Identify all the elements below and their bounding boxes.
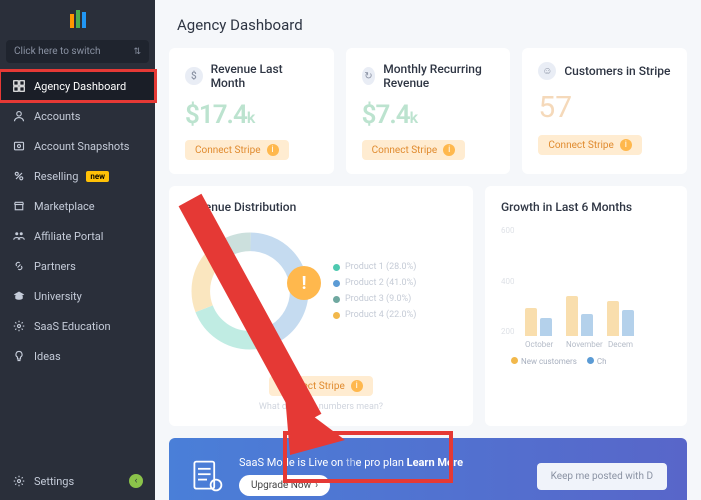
link-icon bbox=[12, 259, 26, 273]
info-icon: i bbox=[267, 144, 279, 156]
kpi-label: Customers in Stripe bbox=[564, 64, 670, 78]
kpi-value: $17.4k bbox=[185, 100, 318, 130]
sidebar-item-agency-dashboard[interactable]: Agency Dashboard bbox=[0, 71, 155, 101]
reselling-icon bbox=[12, 169, 26, 183]
sidebar-item-settings[interactable]: Settings ‹ bbox=[0, 468, 155, 494]
collapse-sidebar-button[interactable]: ‹ bbox=[129, 474, 143, 488]
account-switcher[interactable]: Click here to switch ⇅ bbox=[6, 40, 149, 63]
sidebar-item-label: University bbox=[34, 290, 82, 303]
kpi-revenue-last-month: $ Revenue Last Month $17.4k Connect Stri… bbox=[169, 48, 334, 174]
sidebar-item-label: Partners bbox=[34, 260, 76, 273]
customers-icon: ☺ bbox=[538, 62, 556, 80]
user-icon bbox=[12, 109, 26, 123]
growth-legend: New customers Ch bbox=[501, 357, 671, 366]
sidebar-item-reselling[interactable]: Reselling new bbox=[0, 161, 155, 191]
revenue-distribution-card: Revenue Distribution ! Product 1 (28.0%)… bbox=[169, 186, 473, 426]
page-title: Agency Dashboard bbox=[177, 16, 687, 34]
sidebar-item-label: Reselling bbox=[34, 170, 78, 183]
connect-stripe-button[interactable]: Connect Stripei bbox=[538, 135, 642, 155]
donut-chart: ! bbox=[185, 226, 315, 356]
info-icon: i bbox=[443, 144, 455, 156]
logo-bars-icon bbox=[70, 8, 86, 28]
document-icon bbox=[189, 458, 225, 494]
sidebar-item-label: Ideas bbox=[34, 350, 61, 363]
sidebar-item-label: Marketplace bbox=[34, 200, 95, 213]
recurring-icon: ↻ bbox=[362, 67, 376, 85]
warning-icon: ! bbox=[287, 266, 321, 300]
connect-stripe-button[interactable]: Connect Stripei bbox=[185, 140, 289, 160]
sidebar-item-saas-education[interactable]: SaaS Education bbox=[0, 311, 155, 341]
kpi-mrr: ↻ Monthly Recurring Revenue $7.4k Connec… bbox=[346, 48, 511, 174]
banner-text: SaaS Mode is Live on the pro plan Learn … bbox=[239, 456, 463, 469]
switcher-label: Click here to switch bbox=[14, 46, 101, 57]
bar-chart: 600400200 bbox=[501, 226, 671, 336]
revenue-icon: $ bbox=[185, 67, 203, 85]
info-icon: i bbox=[351, 380, 363, 392]
keep-posted-button[interactable]: Keep me posted with D bbox=[537, 463, 667, 490]
chart-title: Revenue Distribution bbox=[185, 200, 457, 214]
sidebar: Click here to switch ⇅ Agency Dashboard … bbox=[0, 0, 155, 500]
store-icon bbox=[12, 199, 26, 213]
sidebar-item-partners[interactable]: Partners bbox=[0, 251, 155, 281]
new-badge: new bbox=[86, 171, 109, 182]
snapshot-icon bbox=[12, 139, 26, 153]
sidebar-item-label: Accounts bbox=[34, 110, 80, 123]
people-icon bbox=[12, 229, 26, 243]
kpi-label: Monthly Recurring Revenue bbox=[383, 62, 494, 90]
chart-title: Growth in Last 6 Months bbox=[501, 200, 671, 214]
kpi-value: $7.4k bbox=[362, 100, 495, 130]
graduation-icon bbox=[12, 289, 26, 303]
chevron-right-icon: › bbox=[315, 480, 318, 491]
legend-item: Product 4 (22.0%) bbox=[333, 310, 416, 320]
kpi-value: 57 bbox=[538, 90, 671, 125]
sidebar-item-label: Account Snapshots bbox=[34, 140, 129, 153]
settings-icon bbox=[12, 474, 26, 488]
sidebar-item-university[interactable]: University bbox=[0, 281, 155, 311]
sidebar-item-label: Agency Dashboard bbox=[34, 80, 126, 93]
chevron-updown-icon: ⇅ bbox=[133, 47, 141, 57]
legend-item: Product 1 (28.0%) bbox=[333, 262, 416, 272]
nav: Agency Dashboard Accounts Account Snapsh… bbox=[0, 71, 155, 371]
sidebar-item-affiliate[interactable]: Affiliate Portal bbox=[0, 221, 155, 251]
y-axis: 600400200 bbox=[501, 226, 515, 336]
sidebar-item-ideas[interactable]: Ideas bbox=[0, 341, 155, 371]
sidebar-item-label: SaaS Education bbox=[34, 320, 111, 333]
logo bbox=[0, 0, 155, 36]
upgrade-banner: SaaS Mode is Live on the pro plan Learn … bbox=[169, 438, 687, 500]
x-axis: OctoberNovemberDecem bbox=[501, 340, 671, 349]
connect-stripe-button[interactable]: Connect Stripei bbox=[269, 376, 373, 396]
bulb-icon bbox=[12, 349, 26, 363]
sidebar-item-label: Affiliate Portal bbox=[34, 230, 103, 243]
growth-card: Growth in Last 6 Months 600400200 Octobe… bbox=[485, 186, 687, 426]
legend: Product 1 (28.0%) Product 2 (41.0%) Prod… bbox=[333, 256, 416, 326]
kpi-row: $ Revenue Last Month $17.4k Connect Stri… bbox=[169, 48, 687, 174]
main-content: Agency Dashboard $ Revenue Last Month $1… bbox=[155, 0, 701, 500]
upgrade-now-button[interactable]: Upgrade Now› bbox=[239, 475, 330, 496]
legend-item: Product 2 (41.0%) bbox=[333, 278, 416, 288]
legend-item: Product 3 (9.0%) bbox=[333, 294, 416, 304]
connect-stripe-button[interactable]: Connect Stripei bbox=[362, 140, 466, 160]
info-icon: i bbox=[620, 139, 632, 151]
legend-item: Ch bbox=[587, 357, 607, 366]
kpi-customers: ☺ Customers in Stripe 57 Connect Stripei bbox=[522, 48, 687, 174]
settings-label: Settings bbox=[34, 475, 74, 488]
legend-item: New customers bbox=[511, 357, 577, 366]
kpi-label: Revenue Last Month bbox=[211, 62, 318, 90]
help-text: What do these numbers mean? bbox=[185, 402, 457, 412]
sidebar-item-snapshots[interactable]: Account Snapshots bbox=[0, 131, 155, 161]
sidebar-item-accounts[interactable]: Accounts bbox=[0, 101, 155, 131]
dashboard-icon bbox=[12, 79, 26, 93]
sidebar-item-marketplace[interactable]: Marketplace bbox=[0, 191, 155, 221]
gear-icon bbox=[12, 319, 26, 333]
charts-row: Revenue Distribution ! Product 1 (28.0%)… bbox=[169, 186, 687, 426]
